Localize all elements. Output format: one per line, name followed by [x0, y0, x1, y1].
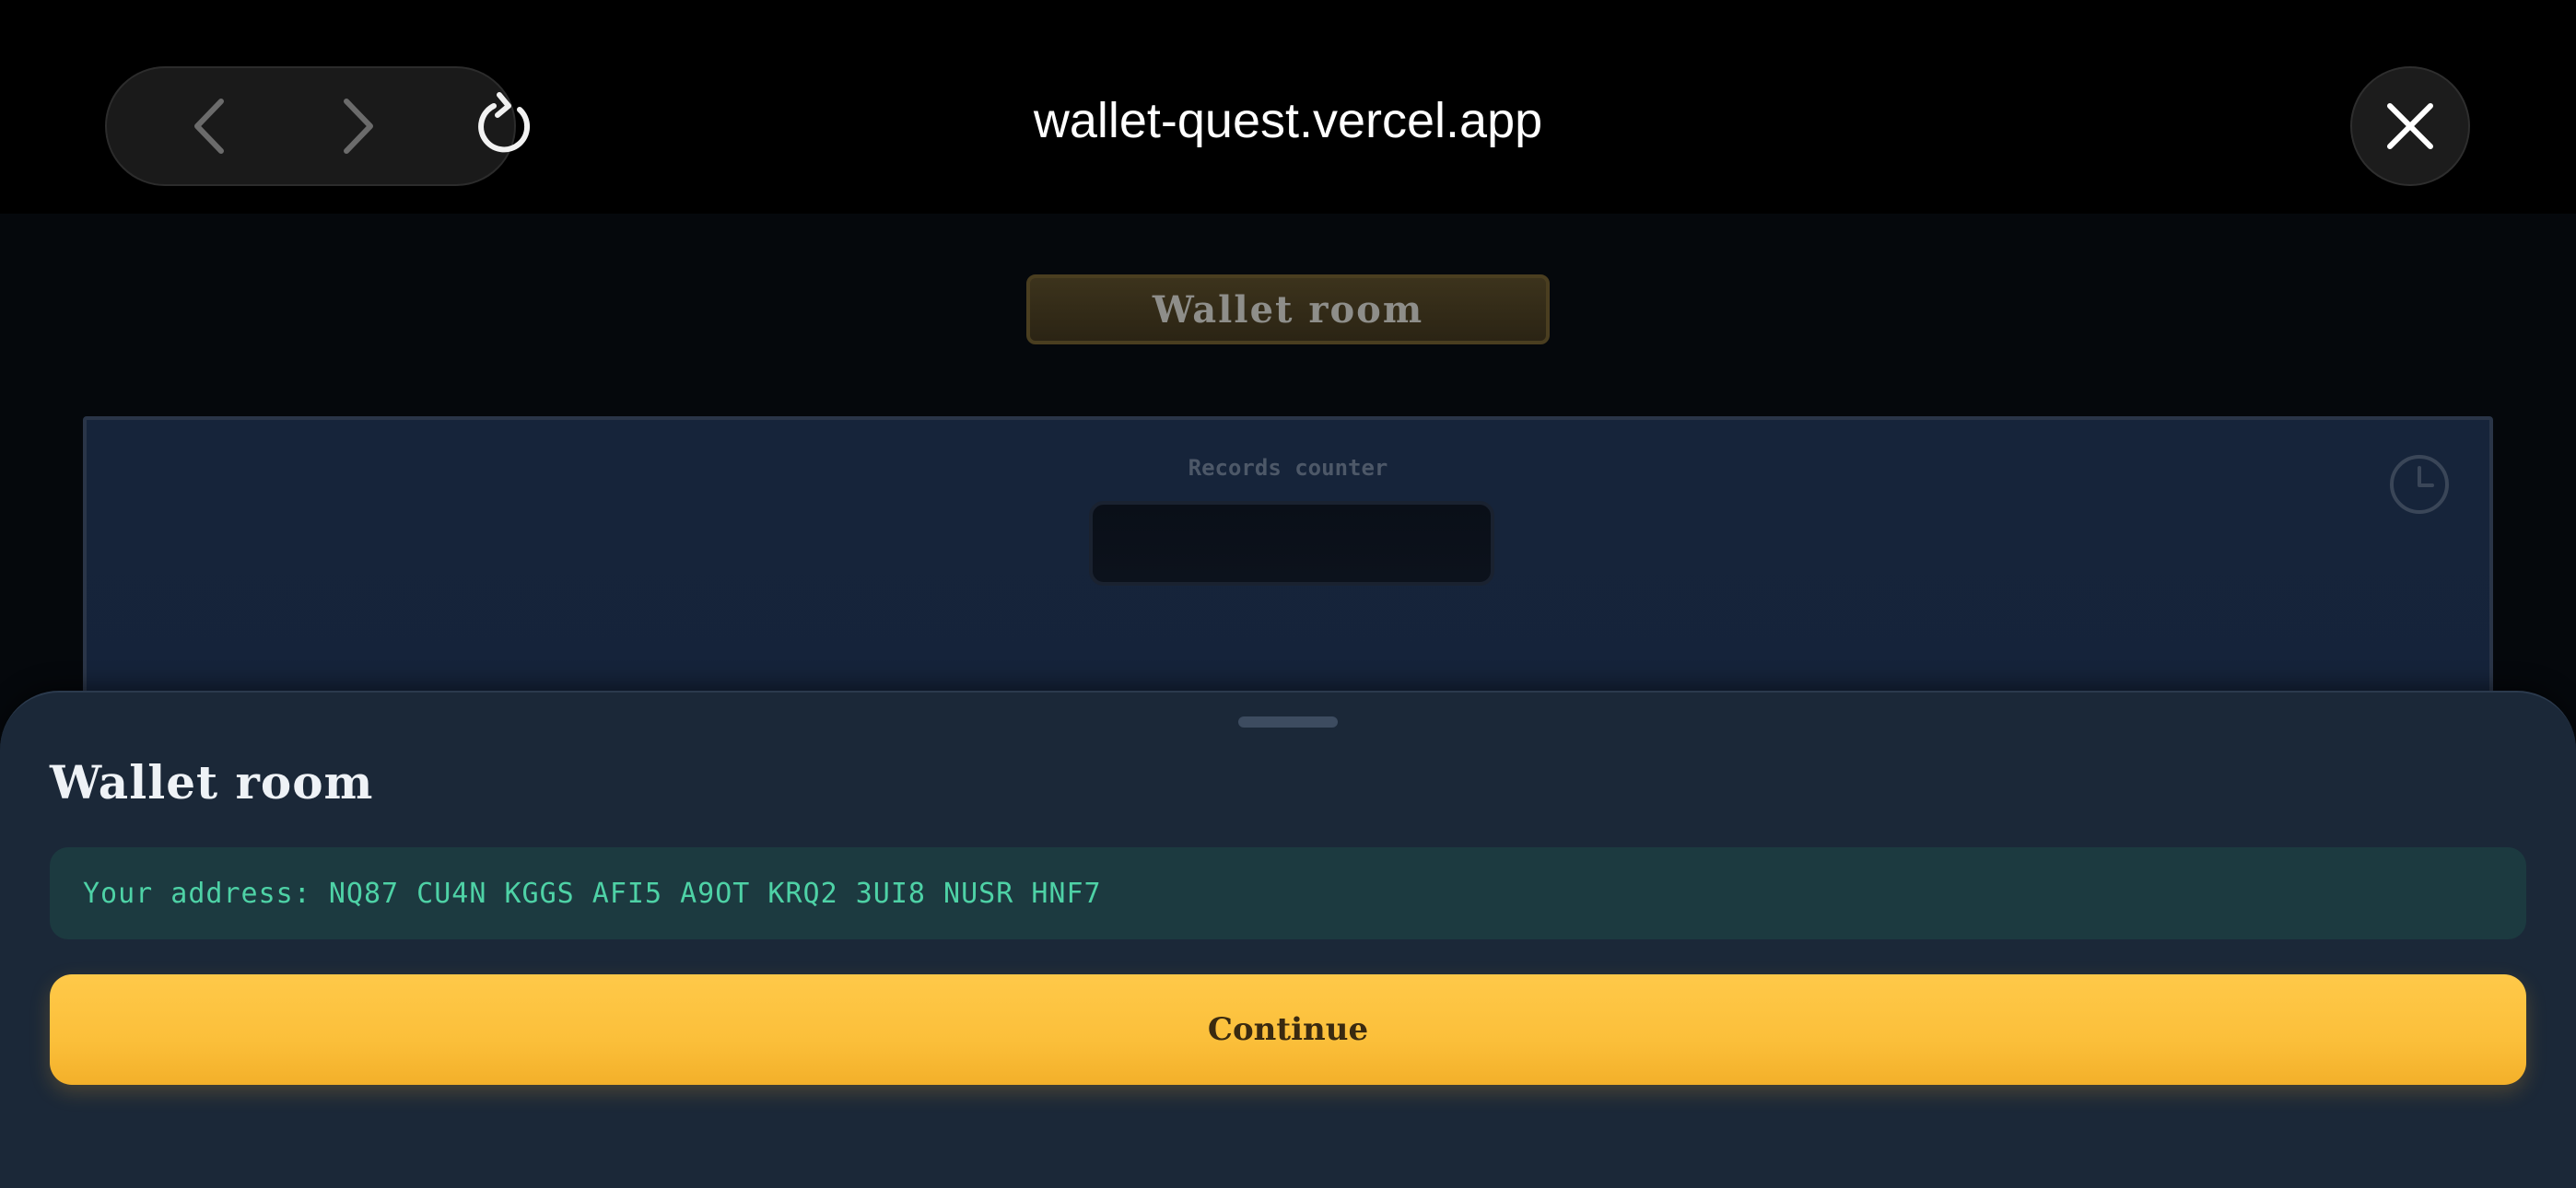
bottom-sheet: Wallet room Your address: NQ87 CU4N KGGS… — [0, 691, 2576, 1188]
wallet-address-box: Your address: NQ87 CU4N KGGS AFI5 A9OT K… — [50, 847, 2526, 939]
sheet-title: Wallet room — [50, 755, 374, 809]
clock-icon[interactable] — [2386, 451, 2453, 518]
sheet-drag-handle[interactable] — [1238, 716, 1338, 728]
continue-button[interactable]: Continue — [50, 974, 2526, 1085]
browser-toolbar: wallet-quest.vercel.app — [0, 0, 2576, 214]
screen: wallet-quest.vercel.app Wallet room Reco… — [0, 0, 2576, 1188]
close-button[interactable] — [2350, 66, 2470, 186]
records-counter-label: Records counter — [1188, 455, 1388, 481]
page-title: Wallet room — [1026, 274, 1550, 344]
url-display[interactable]: wallet-quest.vercel.app — [0, 81, 2576, 160]
close-icon — [2387, 103, 2433, 149]
records-counter-display — [1089, 501, 1494, 586]
